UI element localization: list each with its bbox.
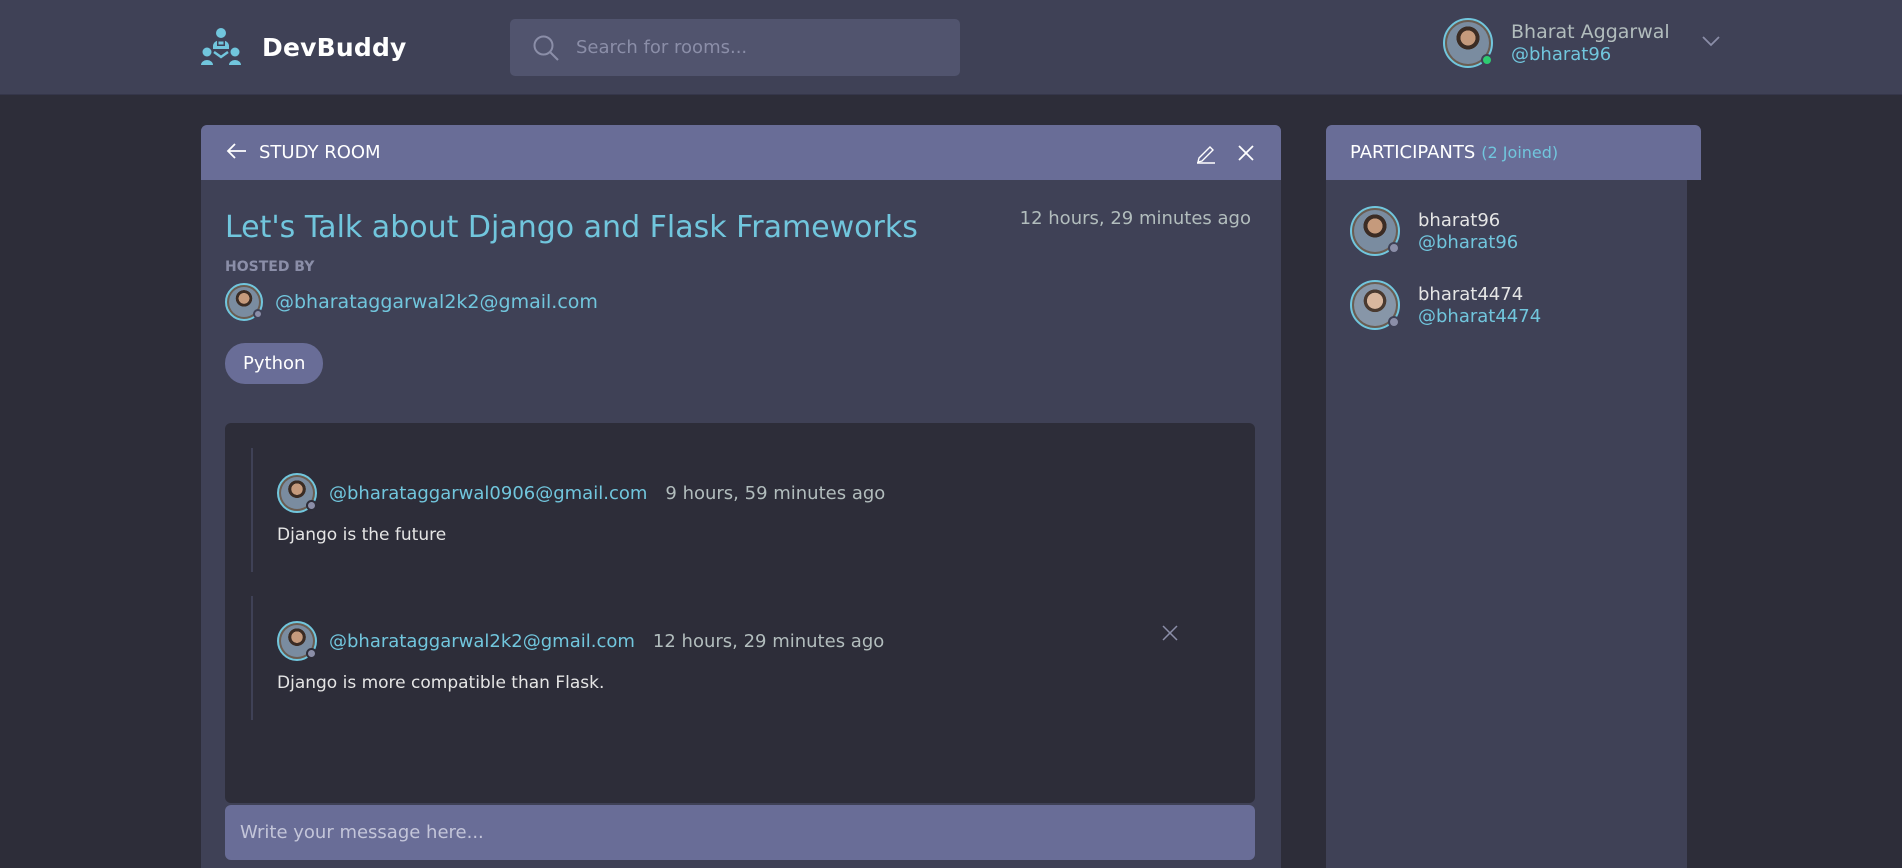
host-avatar[interactable] — [225, 283, 263, 321]
delete-message-icon[interactable] — [1161, 624, 1179, 642]
message-text: Django is the future — [277, 525, 447, 545]
participant-name: bharat4474 — [1418, 283, 1524, 305]
chevron-down-icon[interactable] — [1700, 30, 1722, 52]
host-info[interactable]: @bharataggarwal2k2@gmail.com — [225, 283, 1257, 321]
participant-info: bharat4474 @bharat4474 — [1418, 284, 1541, 327]
participant-item[interactable]: bharat96 @bharat96 — [1350, 206, 1518, 256]
message-composer — [225, 805, 1255, 860]
message-text: Django is more compatible than Flask. — [277, 673, 605, 693]
participants-list: bharat96 @bharat96 bharat4474 @bharat447… — [1326, 180, 1694, 868]
participant-avatar[interactable] — [1350, 280, 1400, 330]
message-author-avatar[interactable] — [277, 621, 317, 661]
message-input[interactable] — [225, 805, 1255, 860]
message-time: 9 hours, 59 minutes ago — [665, 482, 886, 504]
top-header: DevBuddy Bharat Aggarwal @bharat96 — [0, 0, 1902, 95]
topic-tag[interactable]: Python — [225, 343, 324, 384]
message-meta: @bharataggarwal0906@gmail.com 9 hours, 5… — [277, 473, 1231, 513]
status-dot — [253, 309, 263, 319]
host-email-link[interactable]: @bharataggarwal2k2@gmail.com — [275, 291, 598, 313]
status-dot — [1388, 242, 1400, 254]
message-time: 12 hours, 29 minutes ago — [652, 630, 885, 652]
room-created-time: 12 hours, 29 minutes ago — [1019, 208, 1251, 229]
status-dot — [1388, 316, 1400, 328]
participant-item[interactable]: bharat4474 @bharat4474 — [1350, 280, 1541, 330]
user-menu[interactable]: Bharat Aggarwal @bharat96 — [1443, 18, 1722, 68]
participants-label: PARTICIPANTS — [1350, 142, 1476, 163]
search-input[interactable] — [576, 37, 956, 58]
room-header: STUDY ROOM — [201, 125, 1281, 180]
message-author-link[interactable]: @bharataggarwal0906@gmail.com — [329, 483, 647, 504]
message-author-link[interactable]: @bharataggarwal2k2@gmail.com — [329, 631, 635, 652]
participants-count: (2 Joined) — [1481, 143, 1559, 162]
search-icon — [533, 35, 559, 61]
message-meta: @bharataggarwal2k2@gmail.com 12 hours, 2… — [277, 621, 1231, 661]
participant-handle[interactable]: @bharat4474 — [1418, 306, 1541, 327]
online-status-dot — [1481, 54, 1493, 66]
app-name: DevBuddy — [262, 32, 407, 62]
participants-header: PARTICIPANTS (2 Joined) — [1326, 125, 1701, 180]
status-dot — [306, 500, 317, 511]
arrow-left-icon[interactable] — [225, 141, 249, 165]
conversation-box: @bharataggarwal0906@gmail.com 9 hours, 5… — [225, 423, 1255, 803]
participant-info: bharat96 @bharat96 — [1418, 210, 1518, 253]
room-actions — [1195, 142, 1257, 164]
close-icon[interactable] — [1235, 142, 1257, 164]
participant-avatar[interactable] — [1350, 206, 1400, 256]
room-section-label: STUDY ROOM — [259, 142, 381, 163]
participant-name: bharat96 — [1418, 209, 1501, 231]
hosted-by-label: HOSTED BY — [225, 259, 315, 275]
participants-panel: PARTICIPANTS (2 Joined) bharat96 @bharat… — [1326, 125, 1701, 868]
logo[interactable]: DevBuddy — [200, 26, 407, 68]
user-avatar[interactable] — [1443, 18, 1493, 68]
user-info: Bharat Aggarwal @bharat96 — [1511, 21, 1670, 65]
edit-icon[interactable] — [1195, 142, 1217, 164]
user-handle: @bharat96 — [1511, 44, 1612, 65]
message-thread: @bharataggarwal2k2@gmail.com 12 hours, 2… — [251, 596, 1231, 720]
team-logo-icon — [201, 28, 241, 65]
message-author-avatar[interactable] — [277, 473, 317, 513]
search-bar — [510, 19, 960, 76]
participant-handle[interactable]: @bharat96 — [1418, 232, 1518, 253]
status-dot — [306, 648, 317, 659]
user-name: Bharat Aggarwal — [1511, 21, 1670, 43]
message-thread: @bharataggarwal0906@gmail.com 9 hours, 5… — [251, 448, 1231, 572]
